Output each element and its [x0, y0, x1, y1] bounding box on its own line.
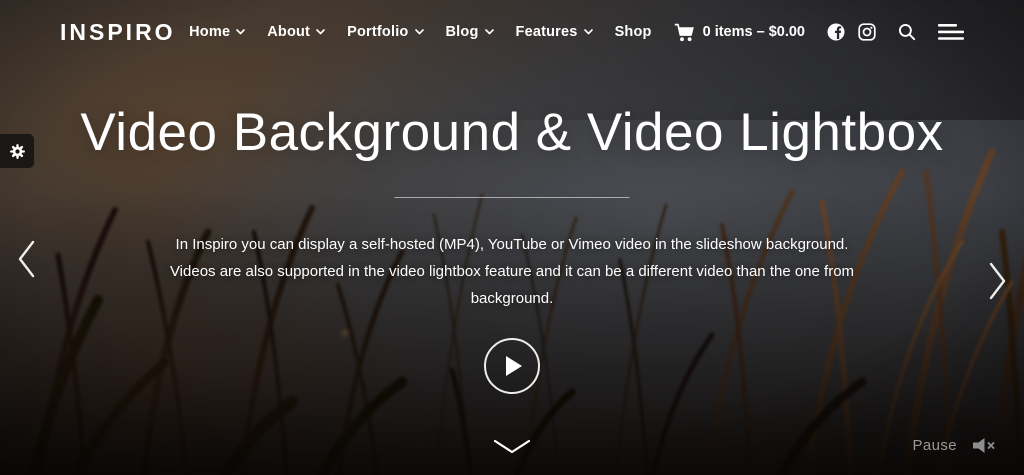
- next-slide-button[interactable]: [983, 258, 1012, 307]
- chevron-right-icon: [987, 262, 1008, 300]
- nav-item-blog[interactable]: Blog: [446, 24, 494, 40]
- hero-title: Video Background & Video Lightbox: [0, 103, 1024, 164]
- menu-button[interactable]: [938, 24, 964, 40]
- nav-item-shop[interactable]: Shop: [615, 24, 652, 40]
- hero-description: In Inspiro you can display a self-hosted…: [0, 231, 1024, 312]
- nav-item-features[interactable]: Features: [516, 24, 593, 40]
- muted-speaker-icon: [972, 437, 996, 454]
- nav-item-about[interactable]: About: [267, 24, 325, 40]
- chevron-left-icon: [16, 240, 37, 278]
- nav-item-label: Portfolio: [347, 24, 408, 40]
- main-nav: Home About Portfolio Blog Features Shop: [189, 23, 964, 42]
- cart-link[interactable]: 0 items – $0.00: [674, 23, 805, 42]
- scroll-down-button[interactable]: [491, 437, 533, 459]
- nav-item-portfolio[interactable]: Portfolio: [347, 24, 423, 40]
- play-icon: [505, 355, 523, 377]
- nav-item-label: Features: [516, 24, 578, 40]
- nav-item-label: Blog: [446, 24, 479, 40]
- search-button[interactable]: [898, 23, 916, 41]
- instagram-icon: [858, 23, 876, 41]
- hero-slider: INSPIRO Home About Portfolio Blog Featur…: [0, 0, 1024, 475]
- mute-button[interactable]: [972, 437, 996, 454]
- cart-label: 0 items – $0.00: [703, 24, 805, 40]
- menu-icon: [938, 24, 964, 40]
- nav-item-label: About: [267, 24, 310, 40]
- facebook-icon: [827, 23, 845, 41]
- gear-icon: [9, 143, 26, 160]
- title-divider: [395, 197, 630, 198]
- chevron-down-icon: [493, 439, 531, 454]
- chevron-down-icon: [584, 29, 593, 35]
- hero-description-line: Videos are also supported in the video l…: [0, 258, 1024, 285]
- hero-description-line: background.: [0, 285, 1024, 312]
- video-controls: Pause: [912, 437, 996, 454]
- pause-video-button[interactable]: Pause: [912, 437, 957, 454]
- chevron-down-icon: [236, 29, 245, 35]
- chevron-down-icon: [316, 29, 325, 35]
- cart-icon: [674, 23, 695, 42]
- chevron-down-icon: [485, 29, 494, 35]
- nav-item-label: Home: [189, 24, 230, 40]
- site-header: INSPIRO Home About Portfolio Blog Featur…: [0, 0, 1024, 64]
- prev-slide-button[interactable]: [12, 236, 41, 285]
- nav-item-home[interactable]: Home: [189, 24, 245, 40]
- site-logo[interactable]: INSPIRO: [60, 19, 176, 46]
- play-video-button[interactable]: [484, 338, 540, 394]
- nav-item-label: Shop: [615, 24, 652, 40]
- instagram-link[interactable]: [858, 23, 876, 41]
- social-links: [827, 23, 876, 41]
- chevron-down-icon: [415, 29, 424, 35]
- hero-description-line: In Inspiro you can display a self-hosted…: [0, 231, 1024, 258]
- customizer-toggle-button[interactable]: [0, 134, 34, 168]
- search-icon: [898, 23, 916, 41]
- facebook-link[interactable]: [827, 23, 845, 41]
